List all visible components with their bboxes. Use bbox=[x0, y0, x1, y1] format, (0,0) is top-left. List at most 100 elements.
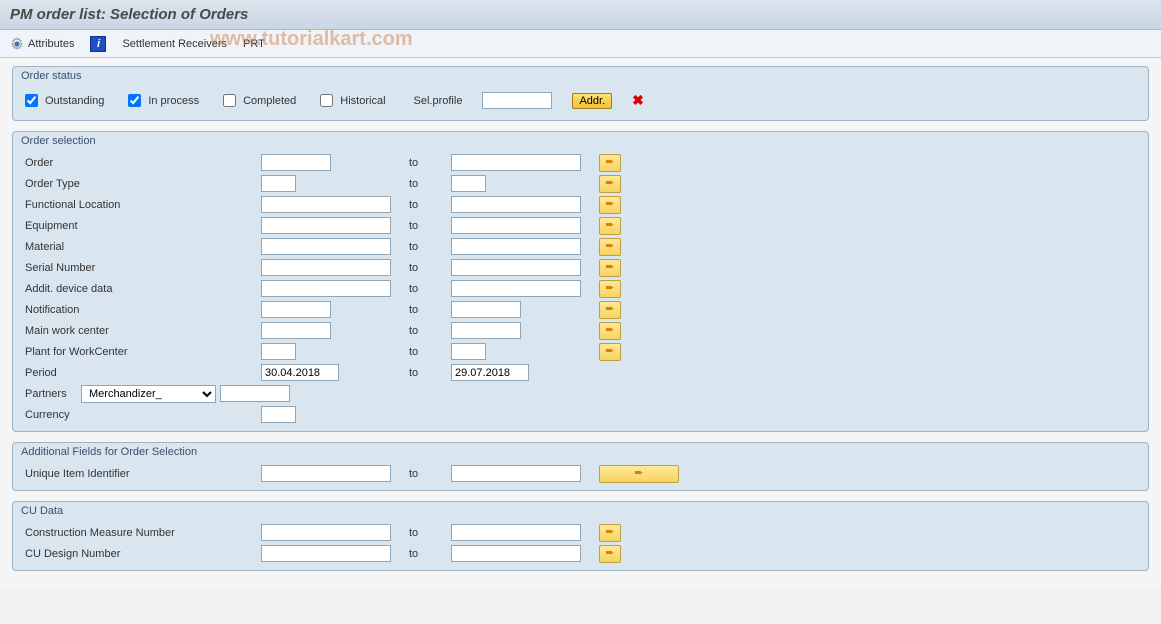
to-input[interactable] bbox=[451, 280, 581, 297]
multi-select-button[interactable]: ➨ bbox=[599, 280, 621, 298]
prt-label: PRT bbox=[243, 38, 265, 50]
from-input[interactable] bbox=[261, 217, 391, 234]
order-status-group: Order status Outstanding In process Comp… bbox=[12, 66, 1149, 121]
sel-profile-label: Sel.profile bbox=[414, 95, 463, 107]
arrow-right-icon: ➨ bbox=[605, 325, 614, 336]
multi-select-button[interactable]: ➨ bbox=[599, 301, 621, 319]
currency-input[interactable] bbox=[261, 406, 296, 423]
field-label: Addit. device data bbox=[21, 283, 261, 295]
cudata-group: CU Data Construction Measure Numberto➨CU… bbox=[12, 501, 1149, 571]
arrow-right-icon: ➨ bbox=[605, 241, 614, 252]
to-label: to bbox=[401, 220, 451, 232]
sel-profile-input[interactable] bbox=[482, 92, 552, 109]
field-label: Period bbox=[21, 367, 261, 379]
to-input[interactable] bbox=[451, 154, 581, 171]
from-input[interactable] bbox=[261, 301, 331, 318]
to-input[interactable] bbox=[451, 259, 581, 276]
selection-row: Materialto➨ bbox=[21, 236, 1140, 257]
delete-icon[interactable]: ✖ bbox=[632, 92, 644, 109]
multi-select-button[interactable]: ➨ bbox=[599, 217, 621, 235]
arrow-right-icon: ➨ bbox=[605, 157, 614, 168]
order-selection-title: Order selection bbox=[13, 132, 1148, 148]
completed-checkbox[interactable]: Completed bbox=[219, 91, 296, 110]
field-label: Construction Measure Number bbox=[21, 527, 261, 539]
to-input[interactable] bbox=[451, 196, 581, 213]
additional-title: Additional Fields for Order Selection bbox=[13, 443, 1148, 459]
multi-select-button[interactable]: ➨ bbox=[599, 259, 621, 277]
settlement-button[interactable]: Settlement Receivers bbox=[122, 38, 227, 50]
completed-input[interactable] bbox=[223, 94, 236, 107]
multi-select-button[interactable]: ➨ bbox=[599, 238, 621, 256]
to-input[interactable] bbox=[451, 465, 581, 482]
from-input[interactable] bbox=[261, 465, 391, 482]
from-input[interactable] bbox=[261, 175, 296, 192]
from-input[interactable] bbox=[261, 343, 296, 360]
selection-row: Serial Numberto➨ bbox=[21, 257, 1140, 278]
info-icon[interactable]: i bbox=[90, 36, 106, 52]
in-process-label: In process bbox=[148, 95, 199, 107]
to-label: to bbox=[401, 346, 451, 358]
cudata-title: CU Data bbox=[13, 502, 1148, 518]
multi-select-button[interactable]: ➨ bbox=[599, 175, 621, 193]
arrow-right-icon: ➨ bbox=[605, 283, 614, 294]
partners-select[interactable]: Merchandizer_ bbox=[81, 385, 216, 403]
arrow-right-icon: ➨ bbox=[605, 346, 614, 357]
to-label: to bbox=[401, 241, 451, 253]
field-label: Functional Location bbox=[21, 199, 261, 211]
to-label: to bbox=[401, 325, 451, 337]
arrow-right-icon: ➨ bbox=[605, 548, 614, 559]
multi-select-button[interactable]: ➨ bbox=[599, 465, 679, 483]
from-input[interactable] bbox=[261, 280, 391, 297]
in-process-input[interactable] bbox=[128, 94, 141, 107]
multi-select-button[interactable]: ➨ bbox=[599, 154, 621, 172]
toolbar: Attributes i Settlement Receivers PRT bbox=[0, 30, 1161, 58]
selection-row: Notification to ➨ bbox=[21, 299, 1140, 320]
from-input[interactable] bbox=[261, 196, 391, 213]
historical-input[interactable] bbox=[320, 94, 333, 107]
historical-checkbox[interactable]: Historical bbox=[316, 91, 385, 110]
to-label: to bbox=[401, 367, 451, 379]
to-label: to bbox=[401, 527, 451, 539]
from-input[interactable] bbox=[261, 154, 331, 171]
arrow-right-icon: ➨ bbox=[605, 220, 614, 231]
selection-row: Plant for WorkCenterto➨ bbox=[21, 341, 1140, 362]
to-input[interactable] bbox=[451, 343, 486, 360]
to-input[interactable] bbox=[451, 322, 521, 339]
from-input[interactable] bbox=[261, 524, 391, 541]
outstanding-input[interactable] bbox=[25, 94, 38, 107]
selection-row: Unique Item Identifierto➨ bbox=[21, 463, 1140, 484]
multi-select-button[interactable]: ➨ bbox=[599, 196, 621, 214]
to-label: to bbox=[401, 262, 451, 274]
multi-select-button[interactable]: ➨ bbox=[599, 343, 621, 361]
to-label: to bbox=[401, 304, 451, 316]
multi-select-button[interactable]: ➨ bbox=[599, 322, 621, 340]
to-label: to bbox=[401, 178, 451, 190]
to-input[interactable] bbox=[451, 545, 581, 562]
selection-row: Order Typeto➨ bbox=[21, 173, 1140, 194]
from-input[interactable] bbox=[261, 238, 391, 255]
additional-fields-group: Additional Fields for Order Selection Un… bbox=[12, 442, 1149, 491]
arrow-right-icon: ➨ bbox=[605, 262, 614, 273]
to-input[interactable] bbox=[451, 301, 521, 318]
multi-select-button[interactable]: ➨ bbox=[599, 524, 621, 542]
multi-select-button[interactable]: ➨ bbox=[599, 545, 621, 563]
from-input[interactable] bbox=[261, 322, 331, 339]
to-input[interactable] bbox=[451, 524, 581, 541]
to-label: to bbox=[401, 548, 451, 560]
to-input[interactable] bbox=[451, 217, 581, 234]
to-input[interactable] bbox=[451, 238, 581, 255]
attributes-button[interactable]: Attributes bbox=[10, 37, 74, 51]
content-area: Order status Outstanding In process Comp… bbox=[0, 58, 1161, 589]
from-input[interactable] bbox=[261, 545, 391, 562]
to-input[interactable] bbox=[451, 175, 486, 192]
field-label: Notification bbox=[21, 304, 261, 316]
from-input[interactable] bbox=[261, 364, 339, 381]
in-process-checkbox[interactable]: In process bbox=[124, 91, 199, 110]
addr-button[interactable]: Addr. bbox=[572, 93, 612, 109]
from-input[interactable] bbox=[261, 259, 391, 276]
outstanding-checkbox[interactable]: Outstanding bbox=[21, 91, 104, 110]
partners-input[interactable] bbox=[220, 385, 290, 402]
prt-button[interactable]: PRT bbox=[243, 38, 265, 50]
to-input[interactable] bbox=[451, 364, 529, 381]
currency-label: Currency bbox=[21, 409, 261, 421]
